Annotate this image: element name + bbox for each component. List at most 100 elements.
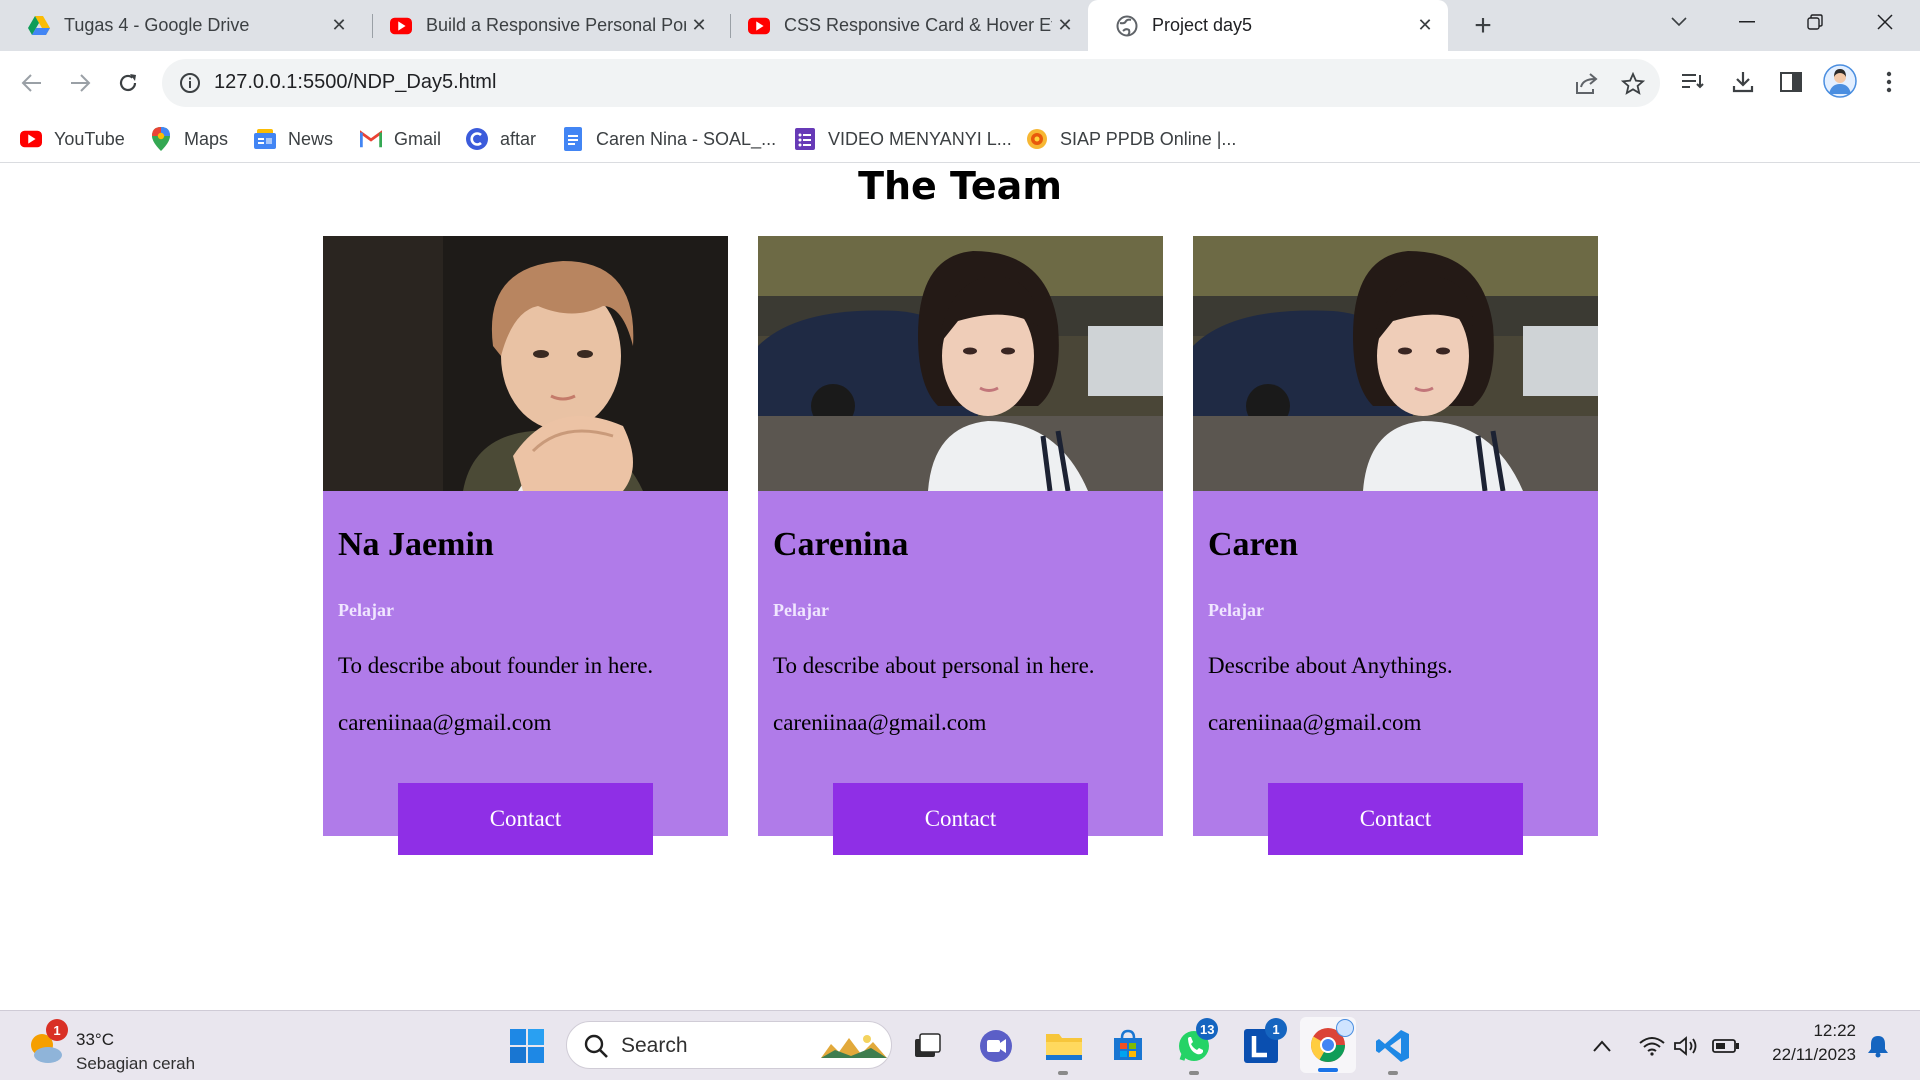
team-photo bbox=[1193, 236, 1598, 491]
team-photo bbox=[758, 236, 1163, 491]
weather-widget[interactable]: 1 33°C Sebagian cerah bbox=[26, 1019, 226, 1073]
share-icon[interactable] bbox=[1574, 71, 1600, 97]
member-email: careniinaa@gmail.com bbox=[338, 710, 552, 735]
close-window-button[interactable] bbox=[1856, 0, 1914, 44]
member-name: Caren bbox=[1208, 526, 1299, 563]
tab-youtube-css-card[interactable]: CSS Responsive Card & Hover Ef ✕ bbox=[720, 0, 1088, 51]
team-card: Caren Pelajar Describe about Anythings. … bbox=[1193, 236, 1598, 855]
download-icon[interactable] bbox=[1728, 67, 1758, 97]
forward-button[interactable] bbox=[62, 65, 98, 101]
weather-badge: 1 bbox=[46, 1019, 68, 1041]
docs-icon bbox=[562, 127, 584, 151]
tab-search-chevron-icon[interactable] bbox=[1650, 0, 1708, 44]
bookmark-siap-ppdb[interactable]: SIAP PPDB Online |... bbox=[1026, 123, 1236, 155]
running-indicator bbox=[1388, 1071, 1398, 1075]
team-card: Na Jaemin Pelajar To describe about foun… bbox=[323, 236, 728, 855]
close-icon[interactable]: ✕ bbox=[326, 13, 352, 39]
url-host: 127.0.0.1 bbox=[214, 71, 298, 93]
bookmark-gmail[interactable]: Gmail bbox=[360, 123, 441, 155]
bookmark-news[interactable]: News bbox=[254, 123, 333, 155]
show-hidden-icons-chevron-icon[interactable] bbox=[1582, 1022, 1622, 1070]
restore-button[interactable] bbox=[1786, 0, 1844, 44]
tab-title: Project day5 bbox=[1152, 15, 1253, 35]
profile-badge-icon bbox=[1336, 1019, 1354, 1037]
member-description: To describe about founder in here. bbox=[338, 653, 654, 678]
menu-kebab-icon[interactable] bbox=[1874, 67, 1904, 97]
wifi-icon[interactable] bbox=[1634, 1022, 1670, 1070]
search-highlight-icon bbox=[821, 1032, 887, 1065]
tab-google-drive[interactable]: Tugas 4 - Google Drive ✕ bbox=[0, 0, 362, 51]
vscode-icon[interactable] bbox=[1369, 1022, 1417, 1075]
bookmark-video-menyanyi[interactable]: VIDEO MENYANYI L... bbox=[794, 123, 1012, 155]
address-bar[interactable]: 127.0.0.1:5500/NDP_Day5.html bbox=[162, 59, 1660, 107]
bookmark-youtube[interactable]: YouTube bbox=[20, 123, 125, 155]
tab-title: Build a Responsive Personal Port bbox=[426, 15, 686, 35]
youtube-icon bbox=[20, 128, 42, 150]
member-description: Describe about Anythings. bbox=[1208, 653, 1453, 678]
page-title: The Team bbox=[858, 164, 1062, 208]
microsoft-store-icon[interactable] bbox=[1104, 1022, 1152, 1070]
running-indicator bbox=[1189, 1071, 1199, 1075]
line-app-icon[interactable]: 1 bbox=[1237, 1018, 1287, 1070]
contact-button[interactable]: Contact bbox=[1268, 783, 1523, 855]
profile-avatar[interactable] bbox=[1822, 63, 1858, 99]
globe-icon bbox=[1116, 15, 1138, 37]
bookmark-star-icon[interactable] bbox=[1620, 71, 1646, 97]
start-button[interactable] bbox=[503, 1022, 551, 1070]
close-icon[interactable]: ✕ bbox=[686, 13, 712, 39]
bookmark-label: SIAP PPDB Online |... bbox=[1060, 128, 1237, 149]
tab-project-day5[interactable]: Project day5 ✕ bbox=[1088, 0, 1448, 51]
url-text: 127.0.0.1:5500/NDP_Day5.html bbox=[214, 71, 496, 94]
close-icon[interactable]: ✕ bbox=[1052, 13, 1078, 39]
taskbar-search[interactable]: Search bbox=[566, 1021, 892, 1069]
running-indicator bbox=[1318, 1068, 1338, 1072]
line-badge: 1 bbox=[1265, 1018, 1287, 1040]
c-logo-icon bbox=[466, 128, 488, 150]
member-email: careniinaa@gmail.com bbox=[1208, 710, 1422, 735]
bookmarks-bar: YouTube Maps News Gmail aftar Caren Nina… bbox=[0, 115, 1920, 163]
contact-button[interactable]: Contact bbox=[833, 783, 1088, 855]
youtube-icon bbox=[748, 15, 770, 37]
side-panel-icon[interactable] bbox=[1776, 67, 1806, 97]
maps-pin-icon bbox=[150, 127, 172, 151]
bookmark-label: YouTube bbox=[54, 128, 125, 149]
gmail-icon bbox=[360, 128, 382, 150]
file-explorer-icon[interactable] bbox=[1040, 1022, 1088, 1075]
contact-button[interactable]: Contact bbox=[398, 783, 653, 855]
bookmark-label: Caren Nina - SOAL_... bbox=[596, 128, 777, 149]
bookmark-caren-nina[interactable]: Caren Nina - SOAL_... bbox=[562, 123, 776, 155]
clock-time[interactable]: 12:22 bbox=[1740, 1021, 1856, 1041]
tab-title: Tugas 4 - Google Drive bbox=[64, 15, 250, 35]
member-name: Carenina bbox=[773, 526, 909, 563]
member-name: Na Jaemin bbox=[338, 526, 494, 563]
reload-button[interactable] bbox=[110, 65, 146, 101]
clock-date[interactable]: 22/11/2023 bbox=[1740, 1045, 1856, 1065]
whatsapp-icon[interactable]: 13 bbox=[1170, 1018, 1219, 1075]
task-view-icon[interactable] bbox=[903, 1022, 951, 1070]
notification-bell-icon[interactable] bbox=[1858, 1022, 1898, 1070]
member-description: To describe about personal in here. bbox=[773, 653, 1095, 678]
volume-icon[interactable] bbox=[1668, 1022, 1704, 1070]
bookmark-aftar[interactable]: aftar bbox=[466, 123, 536, 155]
news-icon bbox=[254, 128, 276, 150]
url-path: :5500/NDP_Day5.html bbox=[297, 71, 497, 93]
team-photo bbox=[323, 236, 728, 491]
whatsapp-badge: 13 bbox=[1196, 1018, 1219, 1040]
reading-list-icon[interactable] bbox=[1678, 67, 1708, 97]
running-indicator bbox=[1058, 1071, 1068, 1075]
member-role: Pelajar bbox=[1208, 600, 1264, 620]
chrome-taskbar-icon[interactable] bbox=[1300, 1017, 1356, 1073]
search-label: Search bbox=[621, 1034, 688, 1057]
teams-chat-icon[interactable] bbox=[972, 1022, 1020, 1070]
site-info-icon[interactable] bbox=[178, 71, 202, 95]
back-button[interactable] bbox=[14, 65, 50, 101]
close-icon[interactable]: ✕ bbox=[1412, 13, 1438, 39]
weather-temperature: 33°C bbox=[76, 1030, 114, 1049]
forms-icon bbox=[794, 128, 816, 150]
member-email: careniinaa@gmail.com bbox=[773, 710, 987, 735]
tab-youtube-portfolio[interactable]: Build a Responsive Personal Port ✕ bbox=[362, 0, 722, 51]
new-tab-button[interactable]: + bbox=[1466, 9, 1500, 43]
minimize-button[interactable] bbox=[1718, 0, 1776, 44]
bookmark-maps[interactable]: Maps bbox=[150, 123, 228, 155]
tab-strip: Tugas 4 - Google Drive ✕ Build a Respons… bbox=[0, 0, 1920, 51]
